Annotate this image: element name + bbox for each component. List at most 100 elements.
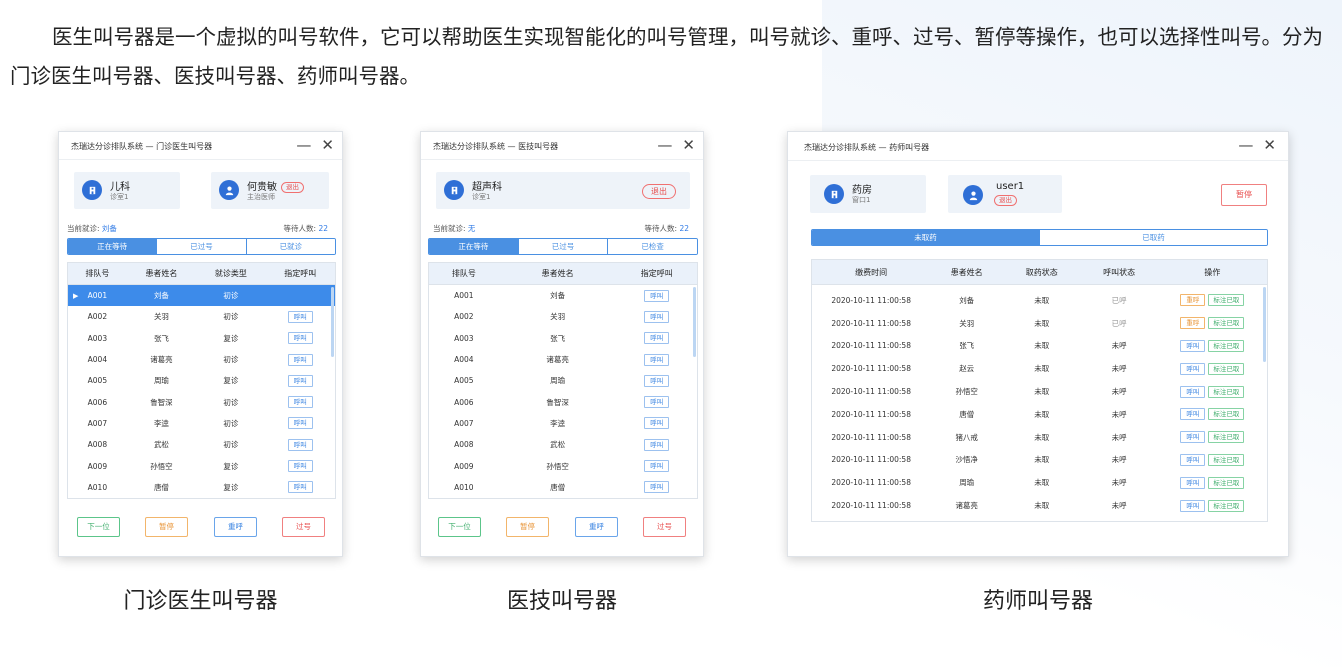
call-button[interactable]: 呼叫 bbox=[287, 438, 313, 451]
pause-button[interactable]: 暂停 bbox=[506, 517, 549, 537]
call-button[interactable]: 呼叫 bbox=[1180, 385, 1206, 398]
mark-picked-button[interactable]: 标注已取 bbox=[1208, 476, 1245, 489]
tab-not-picked[interactable]: 未取药 bbox=[812, 230, 1039, 245]
call-button[interactable]: 呼叫 bbox=[287, 417, 313, 430]
table-row[interactable]: A002 关羽 呼叫 bbox=[429, 306, 697, 327]
table-row[interactable]: 2020-10-11 11:00:58 孙悟空 未取 未呼 呼叫 标注已取 bbox=[812, 380, 1267, 403]
call-button[interactable]: 呼叫 bbox=[644, 353, 670, 366]
recall-button[interactable]: 重呼 bbox=[1180, 317, 1206, 330]
call-button[interactable]: 呼叫 bbox=[287, 353, 313, 366]
pause-button[interactable]: 暂停 bbox=[1221, 184, 1267, 206]
call-button[interactable]: 呼叫 bbox=[644, 460, 670, 473]
skip-button[interactable]: 过号 bbox=[282, 517, 325, 537]
close-icon[interactable]: ✕ bbox=[682, 135, 695, 155]
mark-picked-button[interactable]: 标注已取 bbox=[1208, 317, 1245, 330]
scrollbar[interactable] bbox=[1263, 287, 1266, 362]
table-row[interactable]: A006 鲁智深 呼叫 bbox=[429, 391, 697, 412]
call-button[interactable]: 呼叫 bbox=[1180, 362, 1206, 375]
call-button[interactable]: 呼叫 bbox=[287, 460, 313, 473]
table-row[interactable]: A006 鲁智深 初诊 呼叫 bbox=[68, 391, 335, 412]
table-row[interactable]: 2020-10-11 11:00:58 猪八戒 未取 未呼 呼叫 标注已取 bbox=[812, 426, 1267, 449]
table-row[interactable]: A009 孙悟空 复诊 呼叫 bbox=[68, 455, 335, 476]
logout-button[interactable]: 退出 bbox=[281, 181, 304, 193]
table-row[interactable]: A004 诸葛亮 初诊 呼叫 bbox=[68, 349, 335, 370]
call-button[interactable]: 呼叫 bbox=[644, 417, 670, 430]
call-button[interactable]: 呼叫 bbox=[1180, 339, 1206, 352]
table-row[interactable]: A003 张飞 呼叫 bbox=[429, 328, 697, 349]
minimize-icon[interactable]: — bbox=[296, 135, 311, 155]
tab-picked[interactable]: 已取药 bbox=[1039, 230, 1267, 245]
mark-picked-button[interactable]: 标注已取 bbox=[1208, 385, 1245, 398]
table-row[interactable]: A010 唐僧 复诊 呼叫 bbox=[68, 477, 335, 498]
table-row[interactable]: ▶ A001 刘备 初诊 bbox=[68, 285, 335, 307]
table-row[interactable]: 2020-10-11 11:00:58 诸葛亮 未取 未呼 呼叫 标注已取 bbox=[812, 494, 1267, 517]
call-button[interactable]: 呼叫 bbox=[644, 481, 670, 494]
recall-button[interactable]: 重呼 bbox=[214, 517, 257, 537]
table-row[interactable]: A009 孙悟空 呼叫 bbox=[429, 455, 697, 476]
pause-button[interactable]: 暂停 bbox=[145, 517, 188, 537]
minimize-icon[interactable]: — bbox=[1238, 135, 1253, 155]
mark-picked-button[interactable]: 标注已取 bbox=[1208, 453, 1245, 466]
scrollbar[interactable] bbox=[331, 287, 334, 357]
table-row[interactable]: 2020-10-11 11:00:58 唐僧 未取 未呼 呼叫 标注已取 bbox=[812, 403, 1267, 426]
call-button[interactable]: 呼叫 bbox=[1180, 476, 1206, 489]
cell-patient-name: 张飞 bbox=[959, 341, 975, 351]
mark-picked-button[interactable]: 标注已取 bbox=[1208, 431, 1245, 444]
call-button[interactable]: 呼叫 bbox=[1180, 453, 1206, 466]
table-row[interactable]: A004 诸葛亮 呼叫 bbox=[429, 349, 697, 370]
tab-waiting[interactable]: 正在等待 bbox=[68, 239, 157, 254]
mark-picked-button[interactable]: 标注已取 bbox=[1208, 362, 1245, 375]
scrollbar[interactable] bbox=[693, 287, 696, 357]
tab-skipped[interactable]: 已过号 bbox=[156, 239, 246, 254]
table-row[interactable]: A003 张飞 复诊 呼叫 bbox=[68, 328, 335, 349]
table-row[interactable]: A002 关羽 初诊 呼叫 bbox=[68, 306, 335, 327]
call-button[interactable]: 呼叫 bbox=[287, 396, 313, 409]
mark-picked-button[interactable]: 标注已取 bbox=[1208, 339, 1245, 352]
mark-picked-button[interactable]: 标注已取 bbox=[1208, 408, 1245, 421]
minimize-icon[interactable]: — bbox=[657, 135, 672, 155]
call-button[interactable]: 呼叫 bbox=[287, 374, 313, 387]
call-button[interactable]: 呼叫 bbox=[1180, 499, 1206, 512]
table-row[interactable]: A007 李逵 呼叫 bbox=[429, 413, 697, 434]
call-button[interactable]: 呼叫 bbox=[1180, 431, 1206, 444]
call-button[interactable]: 呼叫 bbox=[644, 332, 670, 345]
tab-skipped[interactable]: 已过号 bbox=[517, 239, 608, 254]
recall-button[interactable]: 重呼 bbox=[1180, 294, 1206, 307]
tab-visited[interactable]: 已就诊 bbox=[245, 239, 335, 254]
call-button[interactable]: 呼叫 bbox=[644, 289, 670, 302]
call-button[interactable]: 呼叫 bbox=[287, 481, 313, 494]
table-row[interactable]: 2020-10-11 11:00:58 刘备 未取 已呼 重呼 标注已取 bbox=[812, 289, 1267, 312]
logout-button[interactable]: 退出 bbox=[642, 184, 676, 199]
call-button[interactable]: 呼叫 bbox=[644, 396, 670, 409]
mark-picked-button[interactable]: 标注已取 bbox=[1208, 294, 1245, 307]
call-button[interactable]: 呼叫 bbox=[644, 438, 670, 451]
table-row[interactable]: A007 李逵 初诊 呼叫 bbox=[68, 413, 335, 434]
call-button[interactable]: 呼叫 bbox=[644, 310, 670, 323]
mark-picked-button[interactable]: 标注已取 bbox=[1208, 499, 1245, 512]
table-row[interactable]: 2020-10-11 11:00:58 张飞 未取 未呼 呼叫 标注已取 bbox=[812, 335, 1267, 358]
table-row[interactable]: 2020-10-11 11:00:58 关羽 未取 已呼 重呼 标注已取 bbox=[812, 312, 1267, 335]
call-button[interactable]: 呼叫 bbox=[1180, 408, 1206, 421]
close-icon[interactable]: ✕ bbox=[321, 135, 334, 155]
table-row[interactable]: A010 唐僧 呼叫 bbox=[429, 477, 697, 498]
tab-checked[interactable]: 已检查 bbox=[607, 239, 697, 254]
tab-waiting[interactable]: 正在等待 bbox=[429, 239, 518, 254]
logout-button[interactable]: 退出 bbox=[994, 195, 1017, 206]
recall-button[interactable]: 重呼 bbox=[575, 517, 618, 537]
table-row[interactable]: A001 刘备 呼叫 bbox=[429, 285, 697, 306]
table-row[interactable]: 2020-10-11 11:00:58 沙悟净 未取 未呼 呼叫 标注已取 bbox=[812, 449, 1267, 472]
skip-button[interactable]: 过号 bbox=[643, 517, 686, 537]
next-button[interactable]: 下一位 bbox=[77, 517, 120, 537]
table-row[interactable]: A005 周瑜 复诊 呼叫 bbox=[68, 370, 335, 391]
table-row[interactable]: A008 武松 初诊 呼叫 bbox=[68, 434, 335, 455]
waiting-label: 等待人数: bbox=[283, 224, 317, 233]
table-row[interactable]: 2020-10-11 11:00:58 周瑜 未取 未呼 呼叫 标注已取 bbox=[812, 471, 1267, 494]
table-row[interactable]: A008 武松 呼叫 bbox=[429, 434, 697, 455]
call-button[interactable]: 呼叫 bbox=[644, 374, 670, 387]
table-row[interactable]: 2020-10-11 11:00:58 赵云 未取 未呼 呼叫 标注已取 bbox=[812, 357, 1267, 380]
table-row[interactable]: A005 周瑜 呼叫 bbox=[429, 370, 697, 391]
close-icon[interactable]: ✕ bbox=[1263, 135, 1276, 155]
call-button[interactable]: 呼叫 bbox=[287, 332, 313, 345]
next-button[interactable]: 下一位 bbox=[438, 517, 481, 537]
call-button[interactable]: 呼叫 bbox=[287, 310, 313, 323]
